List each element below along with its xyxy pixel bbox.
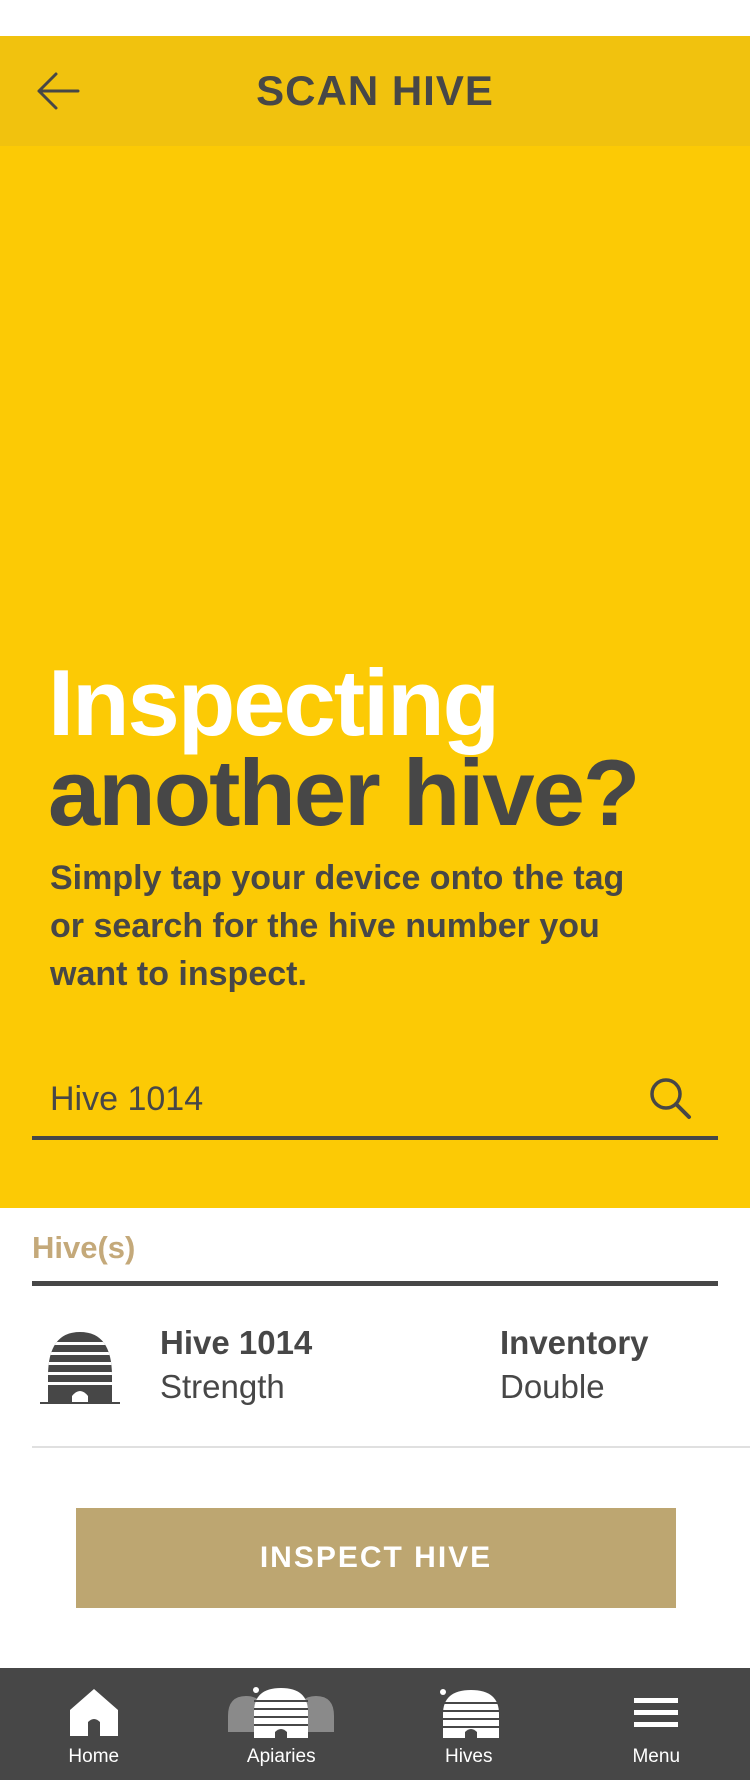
back-button[interactable] (36, 71, 80, 111)
status-bar (0, 0, 750, 36)
page-title: SCAN HIVE (256, 67, 494, 114)
search-icon[interactable] (648, 1076, 692, 1120)
hive-name: Hive 1014 (160, 1324, 313, 1361)
section-divider (32, 1281, 718, 1286)
hero-title-line2: another hive? (48, 740, 640, 845)
results-section-label: Hive(s) (32, 1230, 136, 1265)
arrow-left-icon (37, 72, 80, 110)
hive-list-item[interactable]: Hive 1014 Strength Inventory Double (32, 1288, 750, 1448)
inspect-hive-button[interactable]: INSPECT HIVE (76, 1508, 676, 1608)
app-header: SCAN HIVE (0, 36, 750, 146)
menu-icon (634, 1698, 679, 1727)
inventory-label: Inventory (500, 1324, 649, 1361)
nav-label-home: Home (68, 1746, 120, 1767)
nav-item-apiaries[interactable]: Apiaries (188, 1668, 376, 1780)
apiaries-icon (228, 1687, 335, 1738)
search-input[interactable] (50, 1072, 610, 1126)
nav-item-menu[interactable]: Menu (563, 1668, 750, 1780)
hero-title-line1: Inspecting (48, 650, 500, 755)
beehive-icon (40, 1332, 120, 1404)
nav-label-hives: Hives (444, 1746, 493, 1767)
inventory-value: Double (500, 1368, 605, 1405)
hive-strength: Strength (160, 1368, 285, 1405)
bottom-navigation: Home Apiaries Hives Menu (0, 1668, 750, 1780)
hive-search (32, 1066, 718, 1140)
nav-label-apiaries: Apiaries (246, 1746, 316, 1767)
hero-subtitle: Simply tap your device onto the tag or s… (50, 859, 625, 993)
nav-label-menu: Menu (632, 1746, 681, 1767)
scan-prompt-panel: Inspecting another hive? Simply tap your… (0, 146, 750, 1208)
hives-icon (439, 1689, 499, 1738)
nav-item-hives[interactable]: Hives (375, 1668, 563, 1780)
nav-item-home[interactable]: Home (0, 1668, 188, 1780)
home-icon (69, 1689, 118, 1736)
